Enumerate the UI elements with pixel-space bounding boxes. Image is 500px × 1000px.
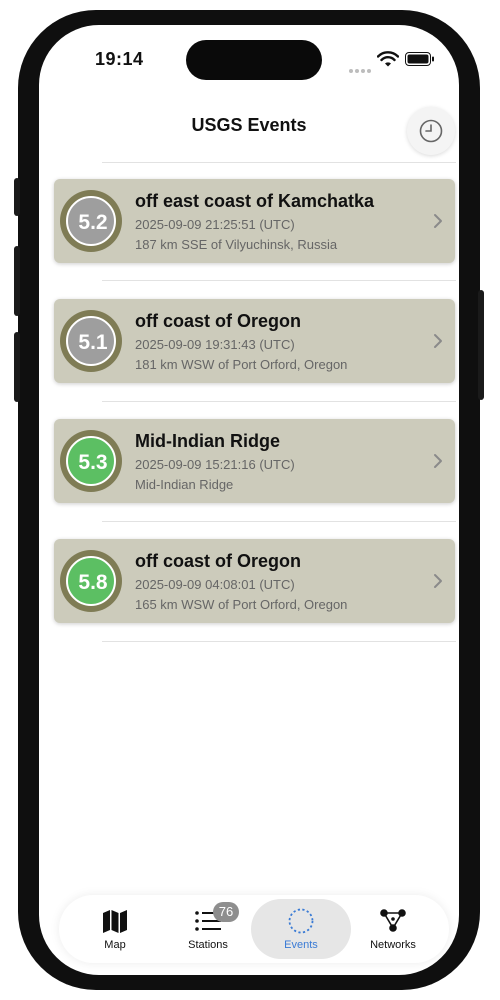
tab-events[interactable]: Events (251, 899, 351, 959)
history-button[interactable] (407, 107, 455, 155)
event-card[interactable]: 5.3 Mid-Indian Ridge 2025-09-09 15:21:16… (54, 419, 455, 503)
event-time: 2025-09-09 21:25:51 (UTC) (135, 217, 295, 232)
magnitude-badge: 5.3 (60, 430, 122, 492)
chevron-right-icon (434, 454, 442, 468)
action-button (14, 178, 20, 216)
clock-icon (419, 119, 443, 143)
event-title: Mid-Indian Ridge (135, 431, 280, 451)
magnitude-value: 5.1 (78, 331, 108, 354)
network-icon (380, 909, 406, 932)
divider (102, 401, 456, 402)
magnitude-disc: 5.8 (66, 556, 116, 606)
power-button (478, 290, 484, 400)
magnitude-value: 5.8 (78, 571, 108, 594)
tab-stations[interactable]: 76 Stations (158, 899, 258, 959)
event-location: 165 km WSW of Port Orford, Oregon (135, 597, 348, 612)
event-location: 181 km WSW of Port Orford, Oregon (135, 357, 348, 372)
event-card[interactable]: 5.1 off coast of Oregon 2025-09-09 19:31… (54, 299, 455, 383)
magnitude-badge: 5.1 (60, 310, 122, 372)
event-title: off east coast of Kamchatka (135, 191, 375, 211)
tab-label: Stations (188, 939, 228, 951)
magnitude-badge: 5.2 (60, 190, 122, 252)
magnitude-disc: 5.1 (66, 316, 116, 366)
event-time: 2025-09-09 19:31:43 (UTC) (135, 337, 295, 352)
stations-count-badge: 76 (213, 902, 239, 922)
divider (102, 280, 456, 281)
cellular-dots-icon (349, 60, 373, 73)
event-location: 187 km SSE of Vilyuchinsk, Russia (135, 237, 338, 252)
chevron-right-icon (434, 214, 442, 228)
wifi-icon (377, 51, 399, 67)
phone-frame: 19:14 USGS Events 5.2 off east coast of … (14, 10, 484, 990)
tab-map[interactable]: Map (65, 899, 165, 959)
events-icon (288, 908, 314, 934)
volume-down-button (14, 332, 20, 402)
magnitude-value: 5.3 (78, 451, 108, 474)
event-title: off coast of Oregon (135, 311, 301, 331)
magnitude-disc: 5.2 (66, 196, 116, 246)
event-location: Mid-Indian Ridge (135, 477, 234, 492)
magnitude-disc: 5.3 (66, 436, 116, 486)
tab-label: Events (284, 939, 318, 951)
volume-up-button (14, 246, 20, 316)
tab-bar: Map 76 Stations Events Networks (59, 895, 449, 963)
tab-label: Networks (370, 939, 416, 951)
page-title: USGS Events (191, 115, 307, 135)
event-title: off coast of Oregon (135, 551, 301, 571)
event-card[interactable]: 5.8 off coast of Oregon 2025-09-09 04:08… (54, 539, 455, 623)
event-time: 2025-09-09 04:08:01 (UTC) (135, 577, 295, 592)
magnitude-value: 5.2 (78, 211, 108, 234)
dynamic-island (186, 40, 322, 80)
status-time: 19:14 (95, 49, 144, 69)
event-time: 2025-09-09 15:21:16 (UTC) (135, 457, 295, 472)
tab-networks[interactable]: Networks (343, 899, 443, 959)
magnitude-badge: 5.8 (60, 550, 122, 612)
chevron-right-icon (434, 334, 442, 348)
map-icon (103, 910, 127, 933)
event-card[interactable]: 5.2 off east coast of Kamchatka 2025-09-… (54, 179, 455, 263)
divider (102, 162, 456, 163)
battery-icon (405, 52, 434, 66)
divider (102, 641, 456, 642)
divider (102, 521, 456, 522)
screen: 19:14 USGS Events 5.2 off east coast of … (39, 25, 459, 975)
tab-label: Map (104, 939, 126, 951)
chevron-right-icon (434, 574, 442, 588)
